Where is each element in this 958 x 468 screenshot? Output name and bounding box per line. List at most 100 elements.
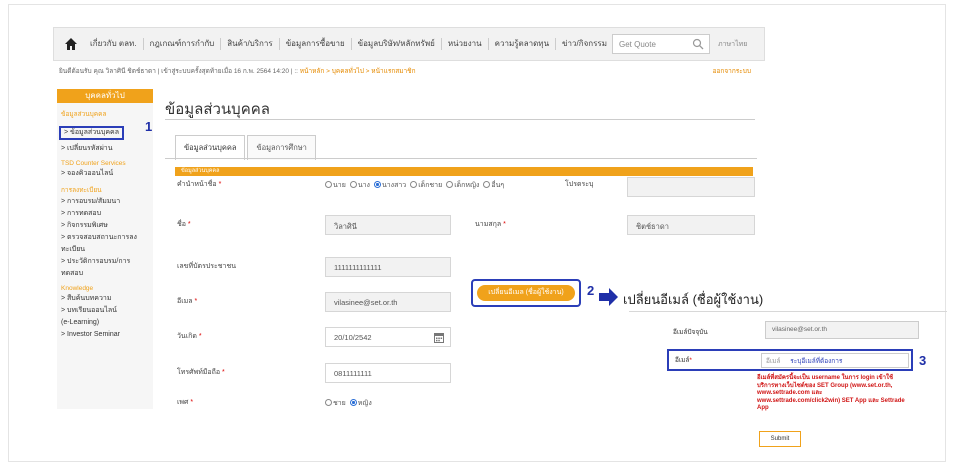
sidebar-item-history-cont[interactable]: ทดสอบ [61, 269, 153, 279]
welcome-text: ยินดีต้อนรับ คุณ วิลาศินี ชิตช์ธาดา | เข… [59, 68, 298, 75]
sidebar-item-history[interactable]: > ประวัติการอบรม/การ [61, 257, 153, 267]
prefix-option[interactable]: เด็กหญิง [446, 180, 479, 191]
sidebar-item-elearning-cont[interactable]: (e-Learning) [61, 318, 153, 328]
tab-education[interactable]: ข้อมูลการศึกษา [247, 135, 316, 160]
surname-field[interactable]: ชิตช์ธาดา [627, 215, 755, 235]
nav-item-about[interactable]: เกี่ยวกับ ตลท. [84, 38, 144, 50]
prefix-option[interactable]: นางสาว [373, 180, 407, 191]
new-email-input[interactable]: อีเมล์ ระบุอีเมล์ที่ต้องการ [761, 353, 909, 368]
submit-button[interactable]: Submit [759, 431, 801, 447]
other-specify-field[interactable] [627, 177, 755, 197]
prefix-radio-group: นาย นาง นางสาว เด็กชาย เด็กหญิง อื่นๆ [325, 180, 504, 191]
home-icon[interactable] [64, 37, 78, 51]
arrow-right-icon [599, 288, 618, 306]
nav-item-knowledge[interactable]: ความรู้ตลาดทุน [489, 38, 557, 50]
sidebar-section-knowledge: Knowledge [61, 285, 94, 292]
phone-field[interactable]: 0811111111 [325, 363, 451, 383]
phone-label-text: โทรศัพท์มือถือ [177, 369, 221, 376]
dob-field[interactable]: 20/10/2542 [325, 327, 451, 347]
step-number-1: 1 [145, 119, 153, 134]
new-email-label: อีเมล์* [675, 357, 692, 364]
section-header: ข้อมูลส่วนบุคคล [175, 167, 753, 176]
name-label-text: ชื่อ [177, 221, 186, 228]
nav-item-listed-companies[interactable]: ข้อมูลบริษัท/หลักทรัพย์ [352, 38, 442, 50]
id-card-field[interactable]: 1111111111111 [325, 257, 451, 277]
prefix-option-label: นางสาว [381, 182, 407, 189]
gender-option[interactable]: หญิง [349, 398, 372, 409]
tab-bar: ข้อมูลส่วนบุคคล ข้อมูลการศึกษา [175, 135, 318, 160]
radio-icon[interactable] [446, 181, 454, 188]
nav-menu: เกี่ยวกับ ตลท. กฎเกณฑ์การกำกับ สินค้า/บร… [84, 28, 613, 60]
radio-icon[interactable] [373, 181, 381, 188]
email-username-note: อีเมล์ที่สมัครนี้จะเป็น username ในการ l… [757, 375, 905, 411]
tab-personal-info[interactable]: ข้อมูลส่วนบุคคล [175, 135, 246, 160]
change-email-button[interactable]: เปลี่ยนอีเมล (ชื่อผู้ใช้งาน) [477, 285, 575, 301]
step-number-3: 3 [919, 353, 927, 368]
current-email-label: อีเมล์ปัจจุบัน [673, 329, 708, 336]
nav-item-trading-data[interactable]: ข้อมูลการซื้อขาย [280, 38, 352, 50]
sidebar-item-check-status-cont[interactable]: ทะเบียน [61, 245, 153, 255]
radio-icon[interactable] [349, 181, 357, 188]
email-label: อีเมล * [177, 298, 198, 305]
sidebar-item-exam[interactable]: > การทดสอบ [61, 209, 153, 219]
sidebar-item-investor-seminar[interactable]: > Investor Seminar [61, 330, 153, 340]
nav-item-rules[interactable]: กฎเกณฑ์การกำกับ [144, 38, 222, 50]
step-number-2: 2 [587, 283, 595, 298]
dob-label: วันเกิด * [177, 333, 202, 340]
prefix-option-label: นาย [333, 182, 346, 189]
sidebar-item-change-password[interactable]: > เปลี่ยนรหัสผ่าน [61, 144, 153, 154]
sidebar-item-activity[interactable]: > กิจกรรมพิเศษ [61, 221, 153, 231]
prefix-option[interactable]: อื่นๆ [483, 180, 504, 191]
email-label-text: อีเมล [177, 298, 193, 305]
breadcrumb[interactable]: หน้าหลัก > บุคคลทั่วไป > หน้าแรกสมาชิก [300, 68, 416, 75]
new-email-highlight: อีเมล์* อีเมล์ ระบุอีเมล์ที่ต้องการ [667, 349, 913, 371]
name-label: ชื่อ * [177, 221, 191, 228]
sidebar-item-check-status[interactable]: > ตรวจสอบสถานะการลง [61, 233, 153, 243]
id-label: เลขที่บัตรประชาชน [177, 263, 237, 270]
prefix-option-label: เด็กชาย [418, 182, 443, 189]
nav-item-units[interactable]: หน่วยงาน [442, 38, 489, 50]
sidebar-item-elearning[interactable]: > บทเรียนออนไลน์ [61, 306, 153, 316]
welcome-bar: ยินดีต้อนรับ คุณ วิลาศินี ชิตช์ธาดา | เข… [53, 65, 765, 79]
name-field[interactable]: วิลาศินี [325, 215, 451, 235]
calendar-icon[interactable] [434, 332, 444, 343]
page-title: ข้อมูลส่วนบุคคล [165, 101, 270, 118]
personal-info-form: ข้อมูลส่วนบุคคล คำนำหน้าชื่อ * นาย นาง นาง… [165, 158, 757, 410]
radio-icon[interactable] [483, 181, 491, 188]
radio-icon[interactable] [349, 399, 357, 406]
get-quote-placeholder: Get Quote [619, 40, 656, 49]
sidebar-section-tsd: TSD Counter Services [61, 160, 126, 167]
radio-icon[interactable] [410, 181, 418, 188]
popup-divider [629, 311, 947, 312]
sidebar-section-personal: ข้อมูลส่วนบุคคล [61, 111, 107, 118]
prefix-option-label: นาง [357, 182, 370, 189]
sidebar: บุคคลทั่วไป ข้อมูลส่วนบุคคล > ข้อมูลส่วน… [57, 89, 153, 409]
other-specify-label: โปรดระบุ [565, 181, 594, 188]
sidebar-item-queue[interactable]: > จองคิวออนไลน์ [61, 169, 153, 179]
title-divider [165, 119, 755, 120]
radio-icon[interactable] [325, 399, 332, 406]
nav-item-products[interactable]: สินค้า/บริการ [221, 38, 280, 50]
gender-option[interactable]: ชาย [325, 398, 346, 409]
language-link[interactable]: ภาษาไทย [718, 39, 747, 50]
prefix-label-text: คำนำหน้าชื่อ [177, 181, 217, 188]
sidebar-item-training[interactable]: > การอบรม/สัมมนา [61, 197, 153, 207]
search-icon[interactable] [692, 38, 704, 50]
prefix-option[interactable]: นาย [325, 180, 346, 191]
logout-link[interactable]: ออกจากระบบ [713, 65, 751, 79]
prefix-option[interactable]: นาง [349, 180, 370, 191]
sidebar-section-registration: การลงทะเบียน [61, 187, 102, 194]
dob-value: 20/10/2542 [334, 333, 372, 342]
prefix-option-label: เด็กหญิง [454, 182, 480, 189]
nav-item-news[interactable]: ข่าว/กิจกรรม [556, 38, 613, 50]
email-field[interactable]: vilasinee@set.or.th [325, 292, 451, 312]
prefix-option[interactable]: เด็กชาย [410, 180, 442, 191]
new-email-placeholder: อีเมล์ [766, 358, 781, 365]
sidebar-item-library[interactable]: > สืบค้นบทความ [61, 294, 153, 304]
get-quote-input[interactable]: Get Quote [612, 34, 710, 54]
sidebar-item-personal-info[interactable]: > ข้อมูลส่วนบุคคล [59, 126, 125, 140]
screenshot-frame: เกี่ยวกับ ตลท. กฎเกณฑ์การกำกับ สินค้า/บร… [8, 4, 947, 462]
prefix-label: คำนำหน้าชื่อ * [177, 181, 222, 188]
prefix-option-label: อื่นๆ [491, 182, 505, 189]
radio-icon[interactable] [325, 181, 332, 188]
